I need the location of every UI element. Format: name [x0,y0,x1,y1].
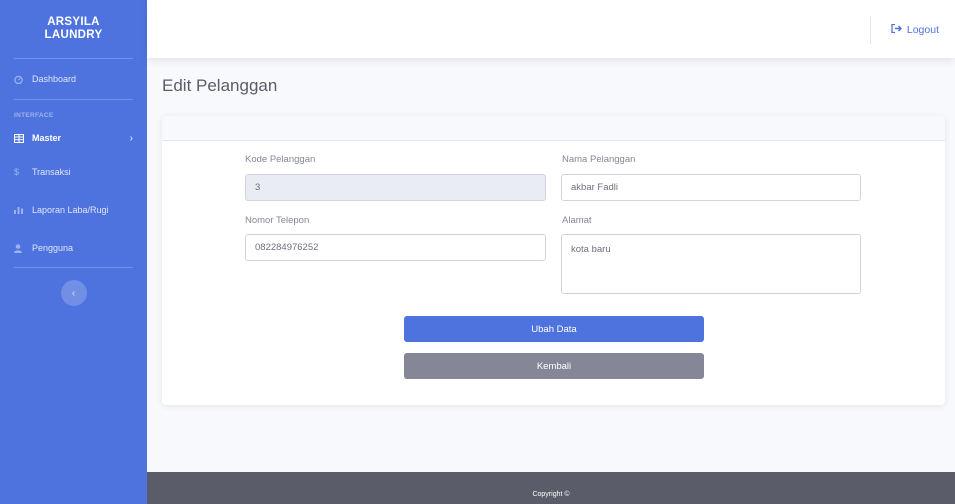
kode-pelanggan-field[interactable]: 3 [245,174,546,201]
dashboard-icon [14,75,28,84]
sidebar-item-label: Laporan Laba/Rugi [32,205,109,215]
chart-icon [14,206,28,214]
sidebar: ARSYILA LAUNDRY Dashboard INTERFACE Mast… [0,0,147,504]
brand-logo[interactable]: ARSYILA LAUNDRY [0,0,147,58]
sidebar-item-master[interactable]: Master › [0,123,147,153]
nomor-telepon-label: Nomor Telepon [245,215,310,226]
edit-form-card: Kode Pelanggan 3 Nama Pelanggan akbar Fa… [162,116,945,405]
sign-out-icon [891,23,902,36]
sidebar-item-label: Master [32,133,62,143]
sidebar-divider [14,267,133,268]
chevron-right-icon: › [129,132,133,144]
footer: Copyright © [147,472,955,504]
sidebar-item-label: Dashboard [32,74,77,84]
chevron-left-icon: ‹ [71,287,76,299]
sidebar-heading: INTERFACE [14,112,54,119]
sidebar-toggle-button[interactable]: ‹ [60,280,87,306]
alamat-textarea[interactable]: kota baru [561,234,861,294]
nama-pelanggan-label: Nama Pelanggan [562,154,636,165]
kembali-button[interactable]: Kembali [404,353,704,379]
logout-link[interactable]: Logout [891,23,939,36]
sidebar-item-transaksi[interactable]: $ Transaksi [0,153,147,191]
card-header [162,116,945,141]
ubah-data-button[interactable]: Ubah Data [404,316,704,342]
nomor-telepon-field[interactable]: 082284976252 [245,234,546,261]
dollar-icon: $ [14,167,20,177]
sidebar-item-label: Pengguna [32,243,74,253]
logout-label: Logout [906,24,939,36]
brand-line2: LAUNDRY [44,29,103,41]
copyright-text: Copyright © [532,491,570,498]
sidebar-item-label: Transaksi [32,167,71,177]
alamat-label: Alamat [562,215,592,226]
topbar-divider [870,16,871,44]
sidebar-item-laporan[interactable]: Laporan Laba/Rugi [0,191,147,229]
sidebar-item-pengguna[interactable]: Pengguna [0,229,147,267]
user-icon [14,243,28,253]
table-icon [14,133,28,143]
kode-pelanggan-label: Kode Pelanggan [245,154,316,165]
brand-line1: ARSYILA [47,16,100,28]
sidebar-item-dashboard[interactable]: Dashboard [0,59,147,99]
topbar: Logout [147,0,955,58]
page-title: Edit Pelanggan [162,76,278,95]
nama-pelanggan-field[interactable]: akbar Fadli [561,174,861,201]
